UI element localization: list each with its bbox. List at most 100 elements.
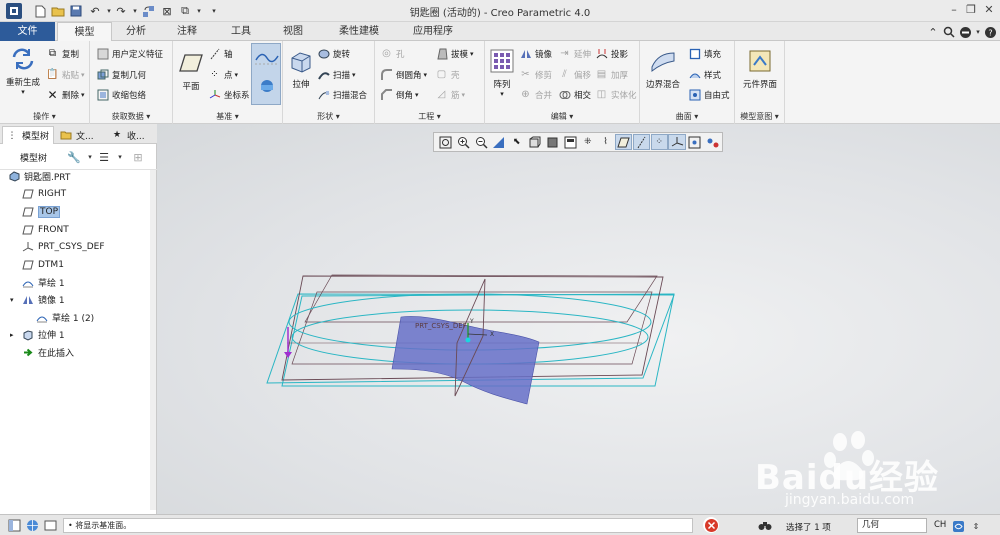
round-button[interactable]: 倒圆角 ▾	[380, 68, 427, 81]
sketch-button[interactable]	[251, 43, 281, 105]
copy-geometry-button[interactable]: 复制几何	[96, 68, 146, 81]
zoom-out-icon[interactable]	[473, 134, 490, 150]
copy-button[interactable]: ⧉ 复制	[46, 47, 79, 60]
shell-button[interactable]: ▢ 壳	[435, 68, 460, 81]
group-label-model-intent[interactable]: 模型意图 ▾	[735, 111, 784, 122]
minimize-button[interactable]: –	[945, 3, 963, 19]
toggle-navigator-icon[interactable]	[6, 517, 22, 533]
tree-settings-icon[interactable]: 🔧	[66, 149, 82, 165]
boundary-blend-button[interactable]: 边界混合	[643, 47, 683, 90]
style-button[interactable]: 样式	[688, 68, 721, 81]
chamfer-button[interactable]: 倒角 ▾	[380, 88, 419, 101]
repaint-icon[interactable]	[490, 134, 507, 150]
selection-filter[interactable]: 几何	[857, 518, 927, 533]
group-label-operations[interactable]: 操作 ▾	[0, 111, 89, 122]
group-label-editing[interactable]: 编辑 ▾	[485, 111, 639, 122]
browser-icon[interactable]	[24, 517, 40, 533]
udf-button[interactable]: 用户定义特征	[96, 47, 163, 60]
pattern-dropdown-icon[interactable]: ▾	[500, 90, 504, 98]
point-button[interactable]: ⁘ 点 ▾	[208, 68, 238, 81]
csys-display-icon[interactable]	[668, 134, 686, 150]
component-interface-button[interactable]: 元件界面	[737, 47, 783, 90]
selection-count[interactable]: 选择了 1 项	[786, 521, 831, 533]
tab-file[interactable]: 文件	[0, 22, 55, 41]
hole-button[interactable]: ◎ 孔	[380, 47, 404, 60]
find-icon[interactable]	[757, 518, 773, 534]
search-icon[interactable]	[941, 24, 957, 40]
paste-button[interactable]: 📋 粘贴 ▾	[46, 68, 84, 81]
saved-orientations-icon[interactable]	[526, 134, 543, 150]
spin-center-icon[interactable]	[686, 134, 703, 150]
graphics-settings-icon[interactable]	[704, 134, 721, 150]
tab-analysis[interactable]: 分析	[113, 22, 159, 41]
tab-view[interactable]: 视图	[270, 22, 316, 41]
regenerate-button[interactable]: 重新生成 ▾	[4, 45, 42, 96]
perspective-icon[interactable]: ⁜	[579, 134, 596, 150]
extend-button[interactable]: ⇥ 延伸	[558, 47, 591, 60]
fullscreen-icon[interactable]	[42, 517, 58, 533]
group-label-engineering[interactable]: 工程 ▾	[375, 111, 484, 122]
tree-columns-icon[interactable]: ☰	[96, 149, 112, 165]
tab-folder-browser[interactable]: 文...	[57, 126, 105, 144]
delete-button[interactable]: ✕ 删除 ▾	[46, 88, 84, 102]
group-label-datum[interactable]: 基准 ▾	[173, 111, 282, 122]
fill-button[interactable]: 填充	[688, 47, 721, 60]
refit-icon[interactable]	[437, 134, 454, 150]
regenerate-dropdown-icon[interactable]: ▾	[21, 88, 25, 96]
merge-button[interactable]: ⊕ 合并	[519, 88, 552, 101]
minimize-ribbon-icon[interactable]: ⌃	[925, 24, 941, 40]
group-label-get-data[interactable]: 获取数据 ▾	[90, 111, 172, 122]
shrinkwrap-button[interactable]: 收缩包络	[96, 88, 146, 101]
zoom-in-icon[interactable]	[455, 134, 472, 150]
solidify-button[interactable]: ◫ 实体化	[595, 88, 637, 101]
plane-display-icon[interactable]	[614, 134, 633, 150]
freestyle-button[interactable]: 自由式	[688, 88, 730, 101]
close-button[interactable]: ✕	[980, 3, 998, 19]
tab-flexible-modeling[interactable]: 柔性建模	[325, 22, 393, 41]
point-display-icon[interactable]: ⁘	[650, 134, 668, 150]
rib-button[interactable]: ◿ 筋 ▾	[435, 88, 465, 101]
regeneration-status-icon[interactable]	[703, 517, 719, 533]
collapse-toggle-icon[interactable]: ▾	[10, 296, 14, 304]
sweep-button[interactable]: 扫描 ▾	[317, 68, 356, 81]
tab-annotate[interactable]: 注释	[164, 22, 210, 41]
ime-toggle-icon[interactable]: ⇕	[968, 518, 984, 534]
axis-display-icon[interactable]	[632, 134, 650, 150]
expand-toggle-icon[interactable]: ▸	[10, 331, 14, 339]
tree-filter-icon[interactable]: ⊞	[130, 149, 146, 165]
restore-button[interactable]: ❐	[962, 3, 980, 19]
mirror-button[interactable]: 镜像	[519, 47, 552, 60]
trim-button[interactable]: ✂ 修剪	[519, 68, 552, 81]
help-icon[interactable]: ?	[982, 24, 998, 40]
input-language[interactable]: CH	[934, 520, 946, 530]
tree-scrollbar[interactable]	[150, 170, 156, 510]
extrude-button[interactable]: 拉伸	[286, 47, 316, 90]
draft-button[interactable]: 拔模 ▾	[435, 47, 474, 60]
tab-favorites[interactable]: ★ 收...	[108, 126, 156, 144]
tab-model[interactable]: 模型	[57, 22, 112, 42]
tab-tools[interactable]: 工具	[218, 22, 264, 41]
thicken-button[interactable]: ▤ 加厚	[595, 68, 628, 81]
tree-item[interactable]: 钥匙圈.PRT	[8, 168, 158, 185]
group-label-shapes[interactable]: 形状 ▾	[283, 111, 374, 122]
tab-model-tree[interactable]: ⋮ 模型树	[2, 126, 54, 144]
view-manager-icon[interactable]	[561, 134, 578, 150]
revolve-button[interactable]: 旋转	[317, 47, 350, 60]
component-interface-label: 元件界面	[742, 80, 777, 90]
annotation-display-icon[interactable]: ⌇	[597, 134, 614, 150]
pattern-button[interactable]: 阵列 ▾	[488, 47, 516, 98]
swept-blend-button[interactable]: 扫描混合	[317, 88, 367, 101]
offset-button[interactable]: ⫽ 偏移	[558, 68, 591, 81]
csys-button[interactable]: 坐标系	[208, 88, 250, 101]
intersect-button[interactable]: 相交	[558, 88, 591, 101]
ime-icon[interactable]	[950, 518, 966, 534]
display-style-icon[interactable]	[544, 134, 561, 150]
axis-button[interactable]: 轴	[208, 47, 233, 60]
udf-icon	[96, 47, 109, 60]
tab-applications[interactable]: 应用程序	[400, 22, 466, 41]
project-button[interactable]: 投影	[595, 47, 628, 60]
group-label-surfaces[interactable]: 曲面 ▾	[640, 111, 734, 122]
reorient-icon[interactable]: ⬉	[508, 134, 525, 150]
plane-button[interactable]: 平面	[176, 49, 206, 92]
tree-columns-dropdown-icon[interactable]: ▾	[112, 149, 128, 165]
